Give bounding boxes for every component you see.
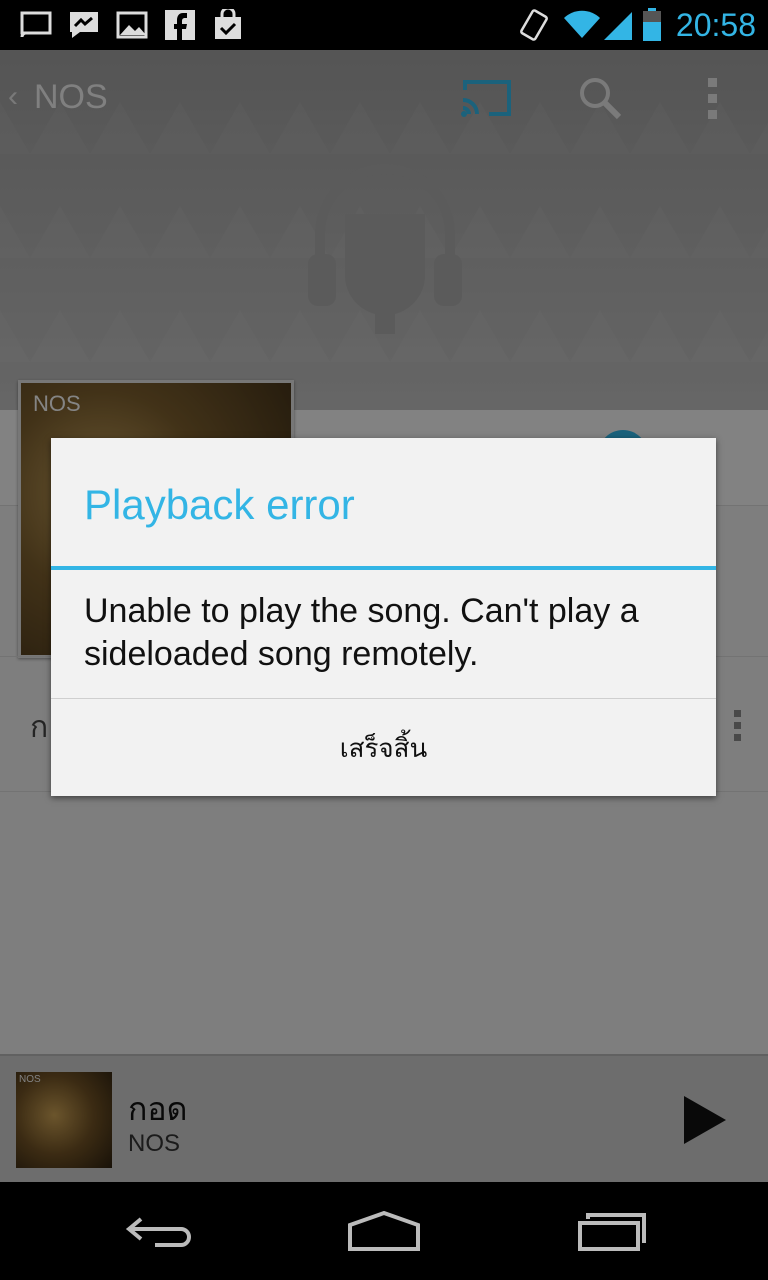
status-bar: 20:58 [0,0,768,50]
done-button[interactable]: เสร็จสิ้น [51,699,716,797]
home-icon [348,1211,420,1251]
battery-icon [640,8,664,42]
back-icon [125,1217,191,1247]
messenger-icon [66,8,102,42]
shopping-bag-icon [210,8,246,42]
cast-status-icon [18,8,54,42]
dialog-title: Playback error [84,481,355,528]
playback-error-dialog: Playback error Unable to play the song. … [51,438,716,796]
vibrate-icon [516,8,552,42]
facebook-icon [162,8,198,42]
gallery-icon [114,8,150,42]
recents-icon [578,1213,646,1251]
recents-button[interactable] [552,1196,672,1266]
dialog-message: Unable to play the song. Can't play a si… [84,592,639,673]
home-button[interactable] [324,1196,444,1266]
back-button[interactable] [100,1196,220,1266]
dialog-title-divider [51,566,716,570]
wifi-icon [562,8,602,42]
signal-icon [600,8,634,42]
clock: 20:58 [675,7,756,43]
navigation-bar [0,1182,768,1280]
dialog-button-bar: เสร็จสิ้น [51,698,716,796]
